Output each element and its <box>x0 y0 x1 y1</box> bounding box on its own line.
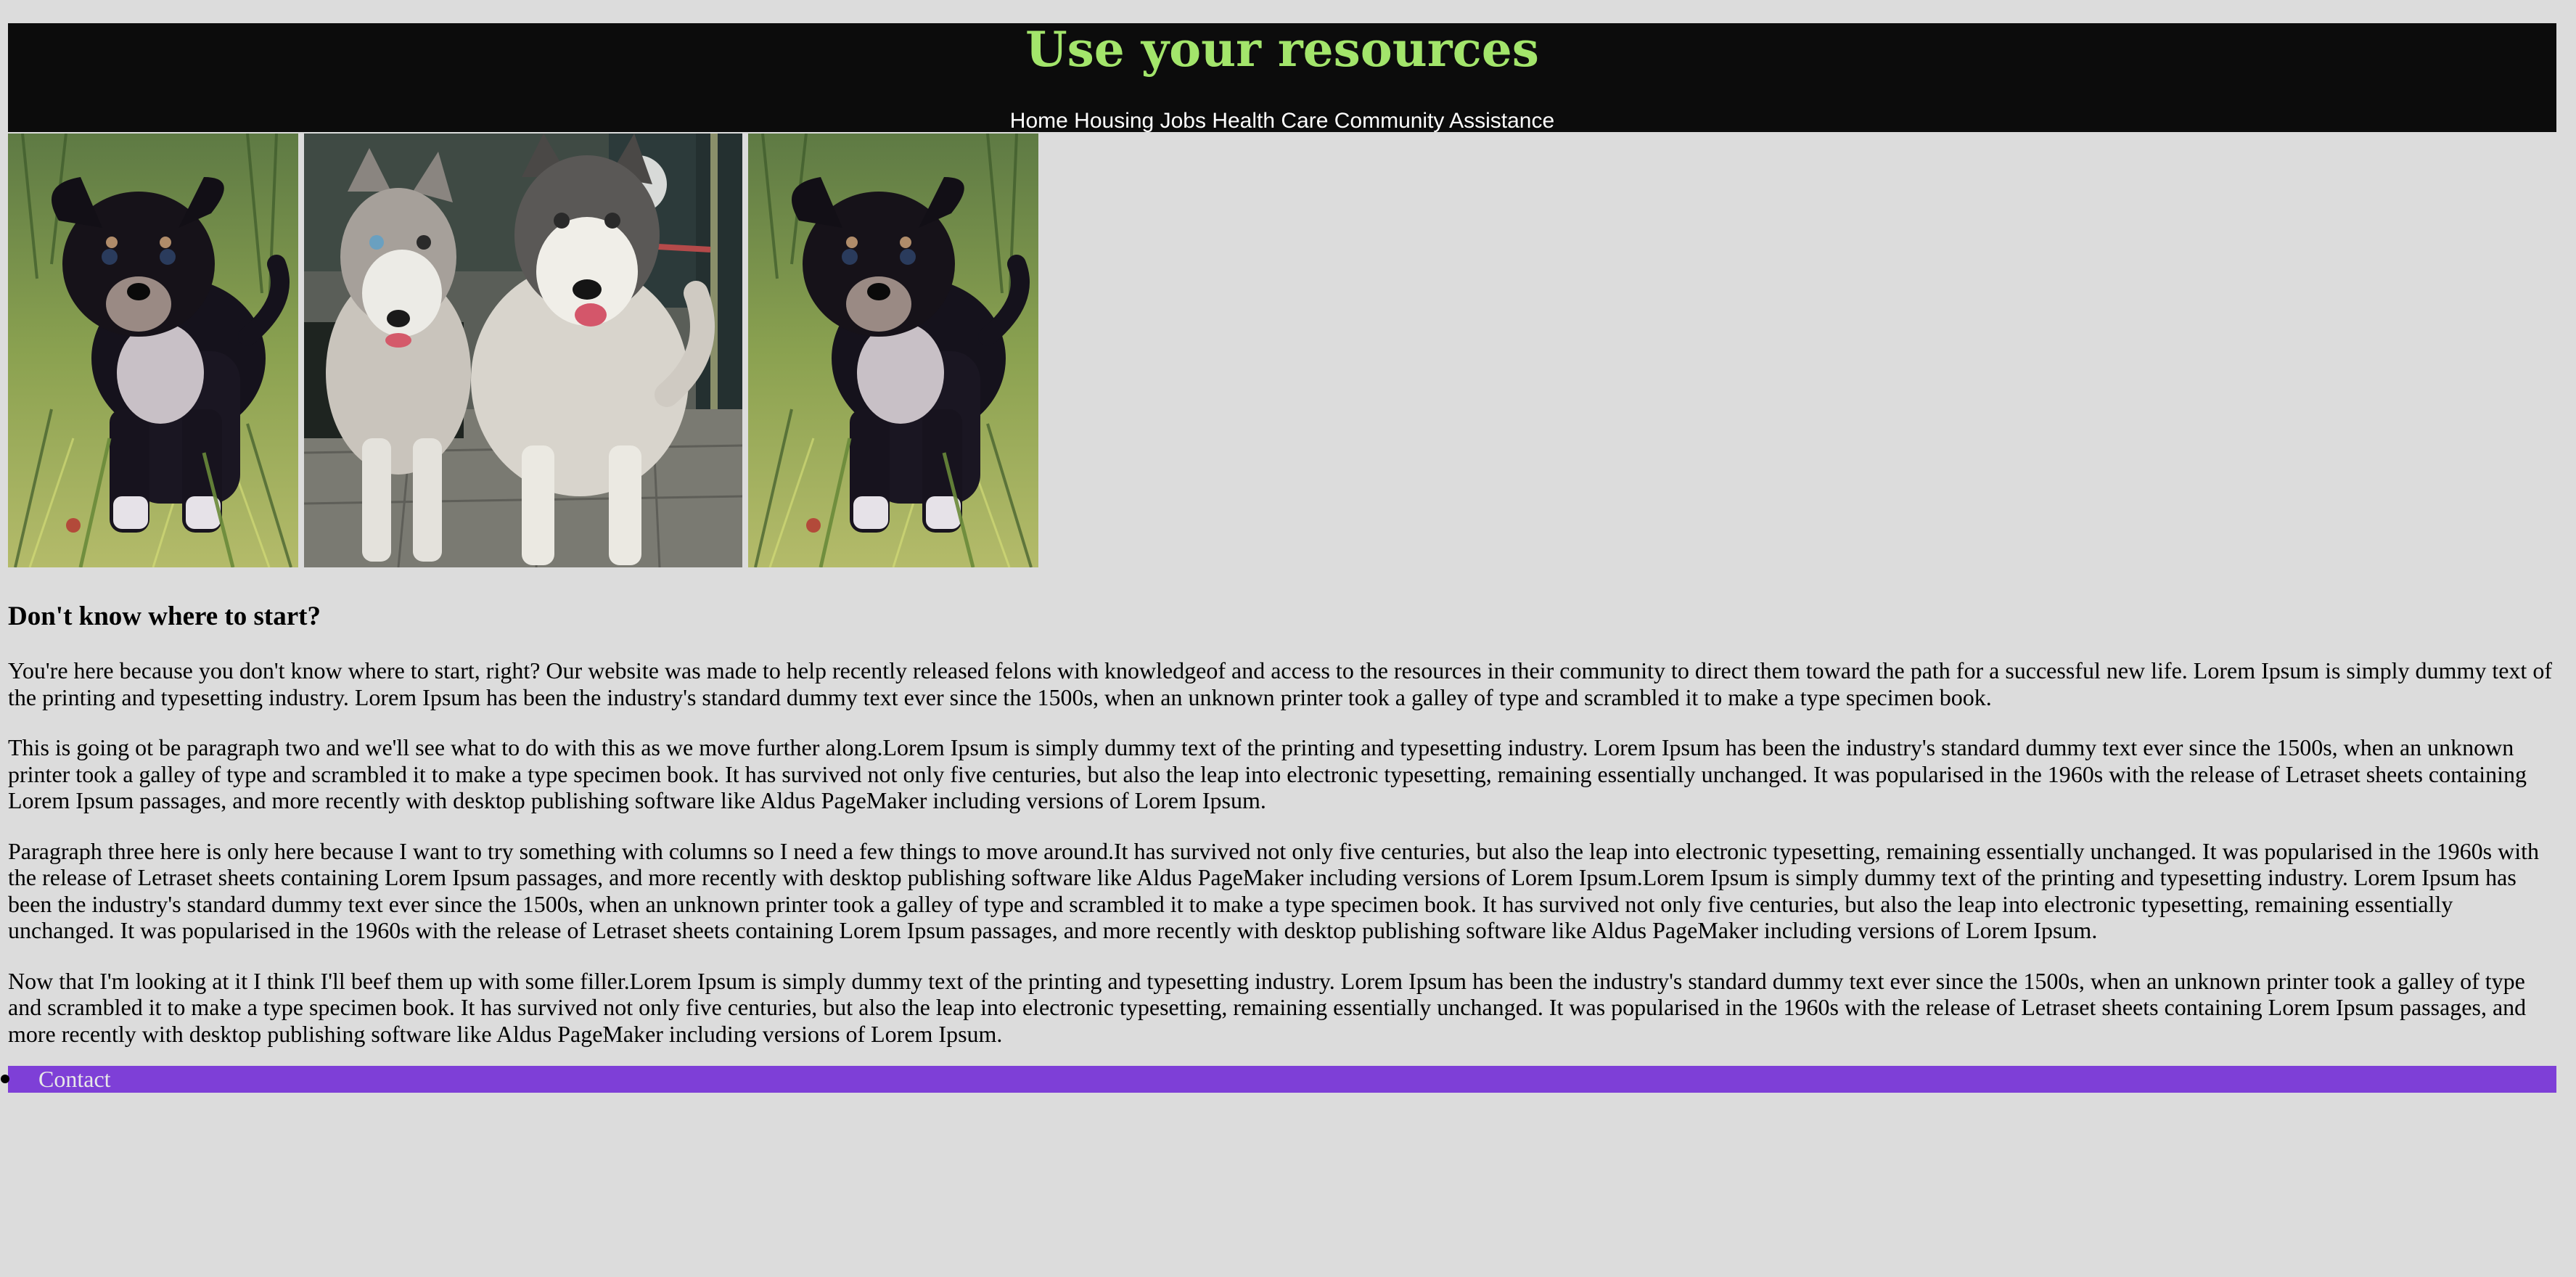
footer-nav: Contact <box>1 1066 2556 1093</box>
paragraph-4: Now that I'm looking at it I think I'll … <box>8 967 2527 1047</box>
section-heading: Don't know where to start? <box>8 601 321 631</box>
nav-link-jobs[interactable]: Jobs <box>1160 109 1206 133</box>
paragraph-2: This is going ot be paragraph two and we… <box>8 734 2527 813</box>
main-content: Don't know where to start? You're here b… <box>8 601 2558 1071</box>
puppy-photo <box>748 134 1038 567</box>
paragraph-1: You're here because you don't know where… <box>8 657 2552 710</box>
paragraph-3: Paragraph three here is only here becaus… <box>8 837 2539 944</box>
nav-link-community-assistance[interactable]: Community Assistance <box>1334 109 1554 133</box>
site-header: Use your resources Home Housing Jobs Hea… <box>8 21 2556 134</box>
huskies-photo <box>304 134 742 567</box>
contact-link[interactable]: Contact <box>38 1066 111 1092</box>
photo-gallery <box>8 134 1038 567</box>
site-title: Use your resources <box>1025 21 1539 78</box>
page: Use your resources Home Housing Jobs Hea… <box>0 0 2576 1277</box>
footer-nav-item-contact: Contact <box>1 1066 2556 1093</box>
main-nav: Home Housing Jobs Health Care Community … <box>8 109 2556 134</box>
nav-link-health-care[interactable]: Health Care <box>1212 109 1328 133</box>
nav-link-home[interactable]: Home <box>1010 109 1068 133</box>
nav-link-housing[interactable]: Housing <box>1074 109 1154 133</box>
puppy-photo <box>8 134 298 567</box>
bullet-icon <box>1 1075 9 1083</box>
